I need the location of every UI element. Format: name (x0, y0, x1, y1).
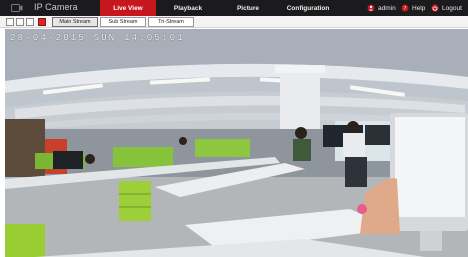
layout-quad-icon[interactable] (16, 18, 24, 26)
tab-playback-label: Playback (173, 4, 203, 12)
tab-live-view-label: Live View (113, 4, 143, 12)
user-menu[interactable]: admin (367, 0, 396, 16)
sub-stream-button[interactable]: Sub Stream (100, 17, 146, 27)
tab-live-view[interactable]: Live View (100, 0, 156, 16)
record-icon[interactable] (38, 18, 46, 26)
tab-configuration-label: Configuration (286, 4, 330, 12)
help-icon: ? (401, 4, 409, 12)
sub-stream-label: Sub Stream (108, 19, 138, 25)
tri-stream-button[interactable]: Tri-Stream (148, 17, 194, 27)
main-stream-label: Main Stream (59, 19, 91, 25)
svg-text:?: ? (404, 6, 407, 12)
app-title: IP Camera (34, 2, 78, 12)
tab-configuration[interactable]: Configuration (280, 0, 336, 16)
logout-label: Logout (442, 4, 462, 12)
user-icon (367, 4, 375, 12)
tri-stream-label: Tri-Stream (158, 19, 184, 25)
camera-logo-icon (0, 0, 34, 16)
live-view-toolbar: Main Stream Sub Stream Tri-Stream (0, 16, 468, 28)
tab-picture[interactable]: Picture (220, 0, 276, 16)
live-video-feed[interactable]: 28-04-2015 SUN 14:05:01 (5, 29, 468, 257)
logout-link[interactable]: Logout (431, 0, 462, 16)
tab-picture-label: Picture (236, 4, 260, 12)
top-nav-bar: IP Camera Live View Playback Picture Con… (0, 0, 468, 16)
user-label: admin (378, 4, 396, 12)
osd-timestamp: 28-04-2015 SUN 14:05:01 (10, 33, 185, 43)
help-link[interactable]: ? Help (401, 0, 425, 16)
tab-playback[interactable]: Playback (160, 0, 216, 16)
help-label: Help (412, 4, 426, 12)
camera-scene-image (5, 29, 468, 257)
main-stream-button[interactable]: Main Stream (52, 17, 98, 27)
fullscreen-icon[interactable] (26, 18, 34, 26)
logout-icon (431, 4, 439, 12)
layout-single-icon[interactable] (6, 18, 14, 26)
